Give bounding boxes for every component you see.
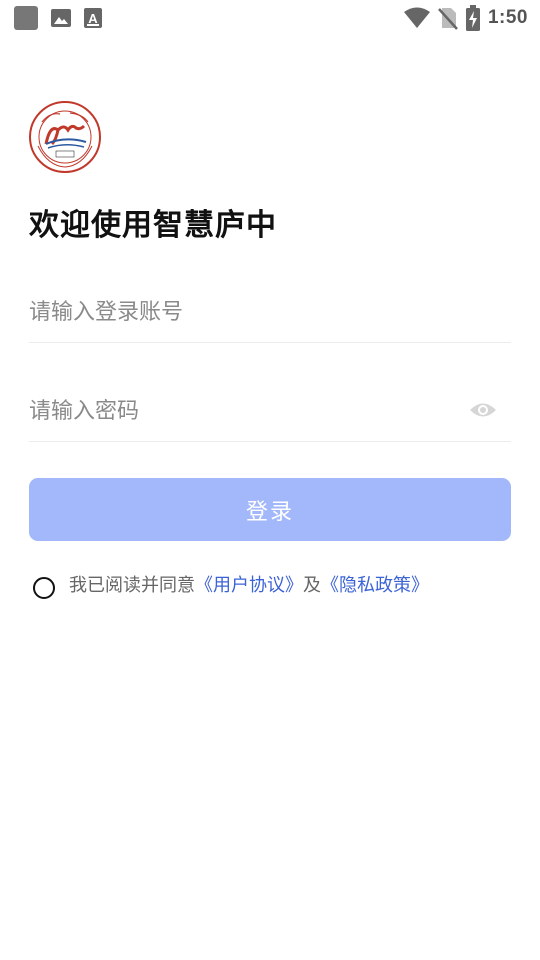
app-square-icon [14,6,38,30]
password-field [29,381,511,442]
status-bar-right: 1:50 [403,5,528,31]
status-bar: A 1:50 [0,0,540,36]
login-button[interactable]: 登录 [29,478,511,541]
page-title: 欢迎使用智慧庐中 [29,208,277,243]
agreement-row: 我已阅读并同意《用户协议》及《隐私政策》 [33,568,429,600]
agreement-prefix: 我已阅读并同意 [69,575,195,596]
eye-icon[interactable] [469,399,497,421]
account-input[interactable] [29,292,449,332]
agreement-text: 我已阅读并同意《用户协议》及《隐私政策》 [69,571,429,597]
gallery-icon [50,8,72,28]
battery-charging-icon [465,5,480,31]
account-field [29,282,511,343]
password-input[interactable] [29,391,449,431]
svg-text:A: A [88,11,98,26]
agreement-conjunction: 及 [303,575,321,596]
school-logo [28,100,102,174]
status-time: 1:50 [487,7,528,28]
user-agreement-link[interactable]: 《用户协议》 [195,575,303,596]
wifi-icon [403,7,430,29]
status-bar-left: A [14,6,102,30]
no-sim-icon [438,6,458,30]
privacy-policy-link[interactable]: 《隐私政策》 [321,575,429,596]
font-a-icon: A [84,8,102,28]
agree-radio[interactable] [33,577,55,599]
